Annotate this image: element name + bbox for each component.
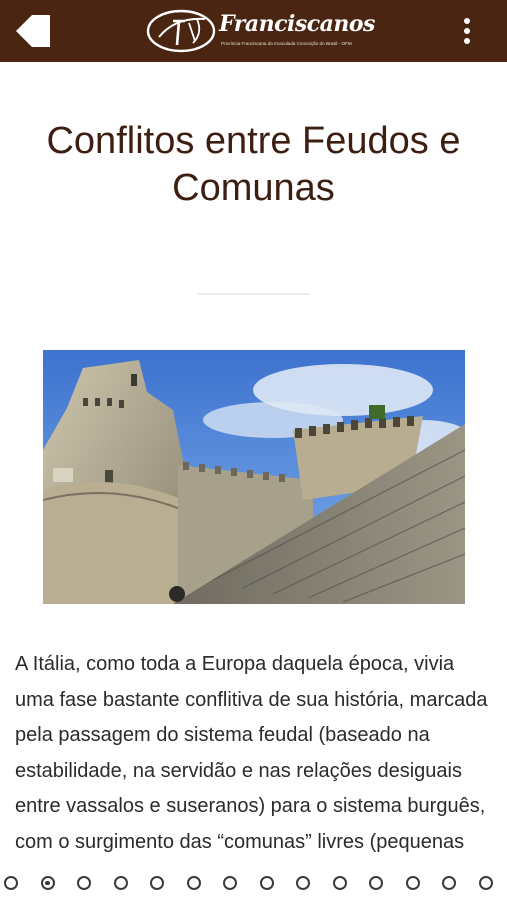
more-menu-button[interactable] [455, 14, 479, 48]
article-body: A Itália, como toda a Europa daquela épo… [15, 653, 488, 853]
page-dot[interactable] [442, 876, 457, 890]
page-dot[interactable] [332, 876, 347, 890]
castle-towers-photo [43, 350, 465, 604]
castle-photo [43, 350, 465, 604]
article-title: Conflitos entre Feudos e Comunas [46, 120, 461, 209]
page-dot[interactable] [150, 876, 165, 890]
page-dot[interactable] [479, 876, 493, 890]
page-dot[interactable] [77, 876, 92, 890]
page-dot[interactable] [296, 876, 311, 890]
page-dot[interactable] [186, 876, 201, 890]
page-dot[interactable] [223, 876, 238, 890]
logo-subtitle: Província Franciscana da Imaculada Conce… [221, 41, 352, 46]
tau-emblem-icon [146, 9, 216, 53]
app-header: Franciscanos Província Franciscana da Im… [0, 0, 507, 62]
page-dot[interactable] [40, 876, 55, 890]
page-indicator[interactable] [0, 870, 507, 900]
title-divider [197, 293, 310, 295]
page-dot[interactable] [113, 876, 128, 890]
logo-name: Franciscanos [219, 11, 375, 37]
page-dot[interactable] [405, 876, 420, 890]
more-vertical-icon [464, 18, 470, 24]
franciscanos-logo: Franciscanos Província Franciscana da Im… [145, 5, 375, 57]
page-dot[interactable] [4, 876, 18, 890]
back-arrow-icon [16, 15, 50, 47]
back-button[interactable] [10, 11, 50, 51]
page-dot[interactable] [369, 876, 384, 890]
page-dot[interactable] [259, 876, 274, 890]
